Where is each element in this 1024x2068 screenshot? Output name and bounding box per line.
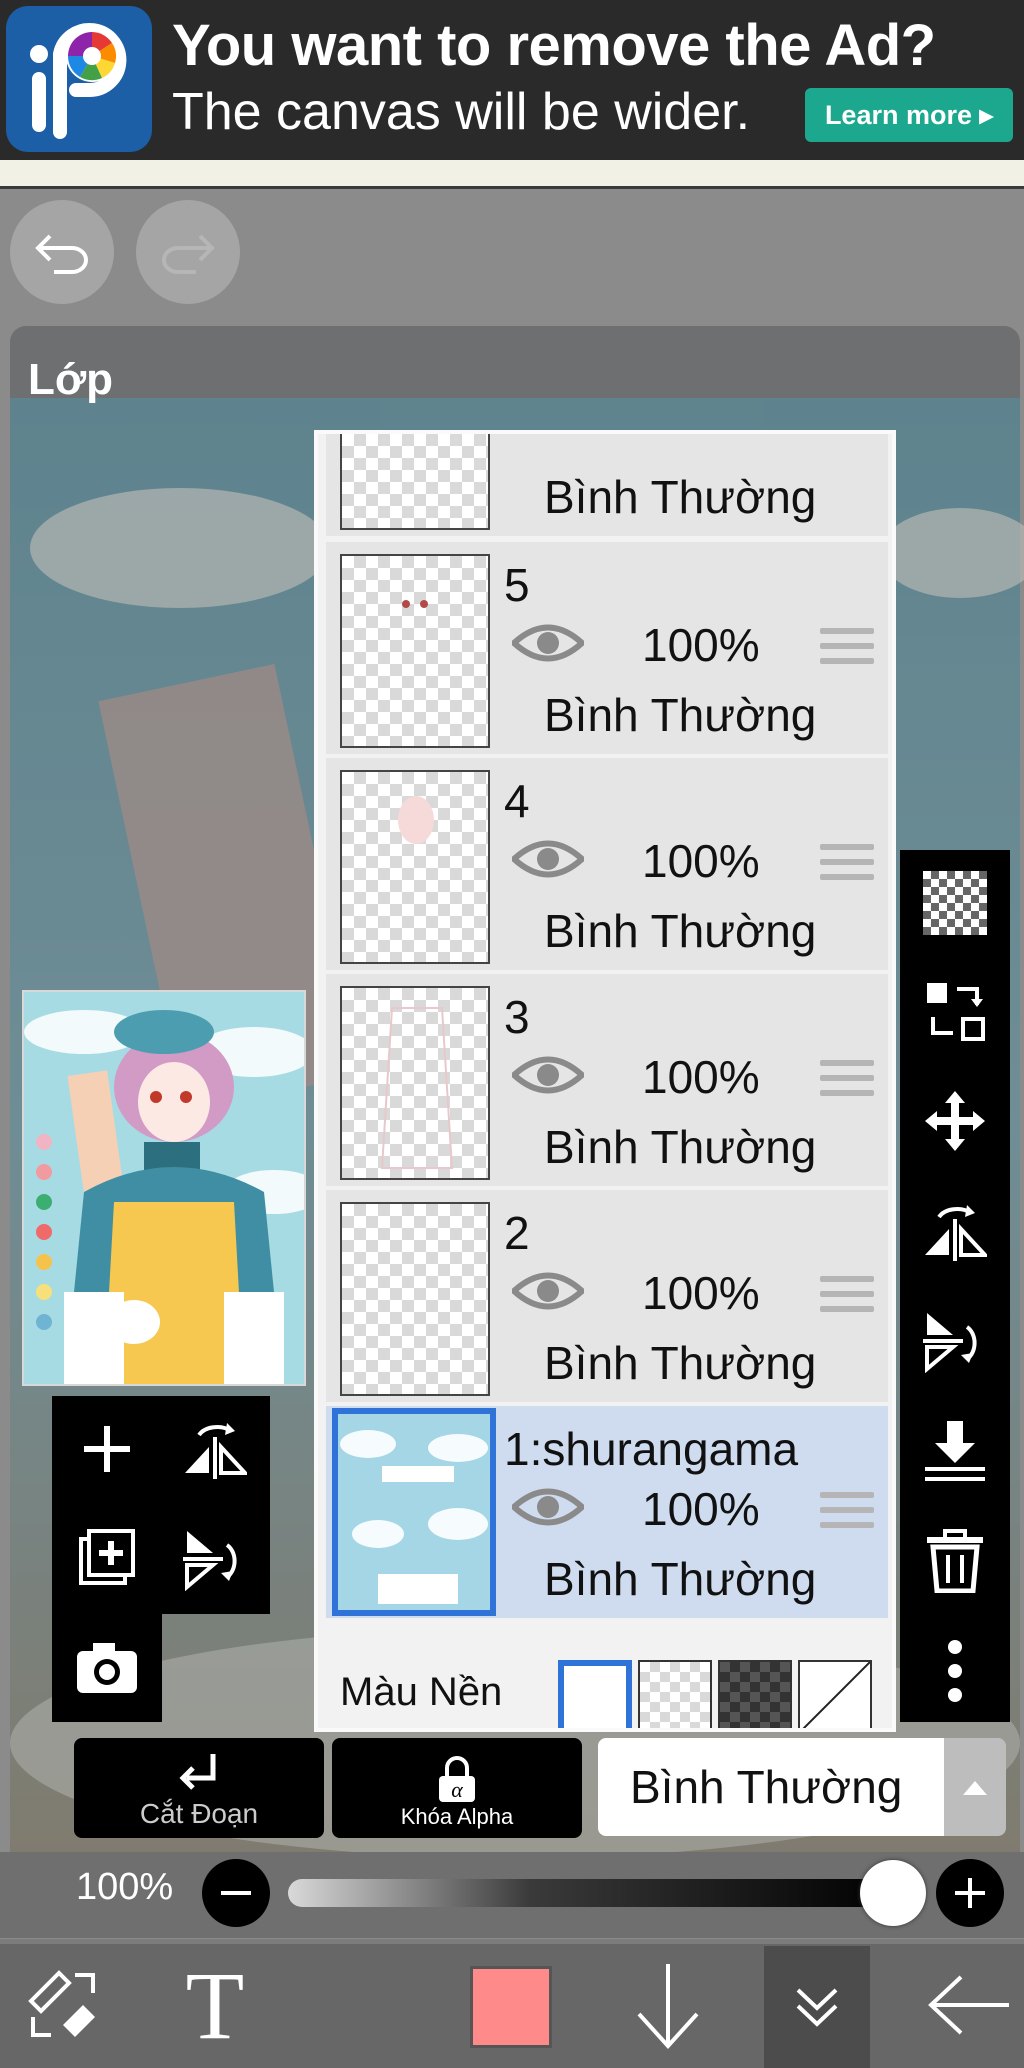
visibility-eye-icon[interactable] (512, 1052, 584, 1098)
opacity-slider-handle[interactable] (860, 1860, 926, 1926)
minus-icon (221, 1891, 251, 1895)
camera-toolbar (52, 1614, 162, 1722)
svg-text:T: T (186, 1962, 245, 2048)
clipping-button[interactable]: Cắt Đoạn (74, 1738, 324, 1838)
layer-blend-mode[interactable]: Bình Thường (544, 904, 816, 958)
color-swatch[interactable] (470, 1966, 552, 2048)
ad-subtitle: The canvas will be wider. (172, 83, 751, 141)
alpha-lock-label: Khóa Alpha (400, 1804, 514, 1829)
swap-layer-icon[interactable] (920, 976, 990, 1046)
layer-row[interactable]: 5 100% Bình Thường (326, 542, 888, 754)
layer-name: 4 (504, 775, 530, 827)
download-icon[interactable] (628, 1955, 708, 2055)
layer-row[interactable]: Bình Thường (326, 434, 888, 536)
layer-name: 5 (504, 559, 530, 611)
visibility-eye-icon[interactable] (512, 620, 584, 666)
background-dark-option[interactable] (718, 1660, 792, 1728)
opacity-value: 100% (76, 1866, 174, 1908)
add-layer-icon[interactable] (72, 1414, 142, 1484)
blend-mode-dropdown-button[interactable] (944, 1738, 1006, 1836)
opacity-slider[interactable] (288, 1879, 894, 1907)
opacity-increase-button[interactable] (936, 1859, 1004, 1927)
svg-text:α: α (451, 1777, 463, 1802)
more-icon[interactable] (920, 1636, 990, 1706)
layer-opacity: 100% (642, 1051, 760, 1103)
layer-thumbnail[interactable] (340, 434, 490, 530)
ad-title: You want to remove the Ad? (172, 13, 936, 78)
collapse-panel-button[interactable] (764, 1946, 870, 2068)
ad-divider (0, 160, 1024, 189)
visibility-eye-icon[interactable] (512, 836, 584, 882)
flip-horizontal-icon[interactable] (920, 1196, 990, 1266)
triangle-up-icon (963, 1781, 987, 1795)
layer-opacity: 100% (642, 1483, 760, 1535)
lock-icon: α (439, 1756, 475, 1802)
undo-icon (35, 234, 88, 274)
flip-vertical-icon[interactable] (920, 1306, 990, 1376)
learn-more-button[interactable]: Learn more ▸ (805, 88, 1013, 142)
flip-horizontal-icon[interactable] (180, 1414, 250, 1484)
layer-thumbnail[interactable] (340, 986, 490, 1180)
layer-name: 3 (504, 991, 530, 1043)
move-icon[interactable] (920, 1086, 990, 1156)
transparency-icon[interactable] (920, 868, 990, 938)
plus-icon (955, 1878, 985, 1908)
background-none-option[interactable] (798, 1660, 872, 1728)
layer-thumbnail[interactable] (332, 1408, 496, 1616)
layer-blend-mode[interactable]: Bình Thường (544, 470, 816, 524)
background-transparent-option[interactable] (638, 1660, 712, 1728)
duplicate-layer-icon[interactable] (72, 1524, 142, 1594)
drag-handle-icon[interactable] (820, 844, 874, 880)
alpha-lock-button[interactable]: α Khóa Alpha (332, 1738, 582, 1838)
merge-down-icon[interactable] (920, 1416, 990, 1486)
background-color-row: Màu Nền (326, 1660, 888, 1728)
layer-thumbnail[interactable] (340, 1202, 490, 1396)
drag-handle-icon[interactable] (820, 1276, 874, 1312)
flip-vertical-icon[interactable] (180, 1524, 250, 1594)
drag-handle-icon[interactable] (820, 1492, 874, 1528)
layer-blend-mode[interactable]: Bình Thường (544, 688, 816, 742)
layer-opacity: 100% (642, 619, 760, 671)
layer-name: 1:shurangama (504, 1423, 799, 1475)
layer-row[interactable]: 3 100% Bình Thường (326, 974, 888, 1186)
layer-row[interactable]: 2 100% Bình Thường (326, 1190, 888, 1402)
layer-blend-mode[interactable]: Bình Thường (544, 1120, 816, 1174)
layer-thumbnail[interactable] (340, 554, 490, 748)
visibility-eye-icon[interactable] (512, 1484, 584, 1530)
visibility-eye-icon[interactable] (512, 1268, 584, 1314)
background-white-option[interactable] (558, 1660, 632, 1728)
layer-name: 2 (504, 1207, 530, 1259)
clipping-icon (179, 1754, 216, 1790)
camera-icon[interactable] (72, 1632, 142, 1702)
layer-row[interactable]: 4 100% Bình Thường (326, 758, 888, 970)
layer-actions-toolbar (52, 1396, 270, 1614)
clipping-label: Cắt Đoạn (139, 1798, 259, 1829)
layer-thumbnail[interactable] (340, 770, 490, 964)
layer-list[interactable]: Bình Thường 5 100% Bình Thường 4 100% Bì… (314, 430, 896, 1732)
transform-icon[interactable] (22, 1955, 104, 2055)
layer-opacity: 100% (642, 835, 760, 887)
ad-banner[interactable]: You want to remove the Ad? The canvas wi… (0, 0, 1024, 160)
app-logo-icon[interactable] (6, 6, 152, 152)
drag-handle-icon[interactable] (820, 628, 874, 664)
drag-handle-icon[interactable] (820, 1060, 874, 1096)
double-chevron-down-icon (796, 1988, 838, 2027)
canvas-preview[interactable] (22, 990, 306, 1386)
layer-opacity: 100% (642, 1267, 760, 1319)
text-icon[interactable]: T (170, 1955, 260, 2055)
opacity-decrease-button[interactable] (202, 1859, 270, 1927)
background-color-label: Màu Nền (340, 1670, 503, 1714)
redo-icon (162, 234, 215, 274)
layer-row-selected[interactable]: 1:shurangama 100% Bình Thường (326, 1406, 888, 1618)
blend-mode-select[interactable]: Bình Thường (598, 1738, 944, 1836)
back-icon[interactable] (924, 1955, 1014, 2055)
panel-title: Lớp (28, 355, 114, 404)
redo-button[interactable] (136, 200, 240, 304)
undo-button[interactable] (10, 200, 114, 304)
layer-blend-mode[interactable]: Bình Thường (544, 1336, 816, 1390)
layer-tools-toolbar (900, 850, 1010, 1722)
layer-blend-mode[interactable]: Bình Thường (544, 1552, 816, 1606)
trash-icon[interactable] (920, 1526, 990, 1596)
